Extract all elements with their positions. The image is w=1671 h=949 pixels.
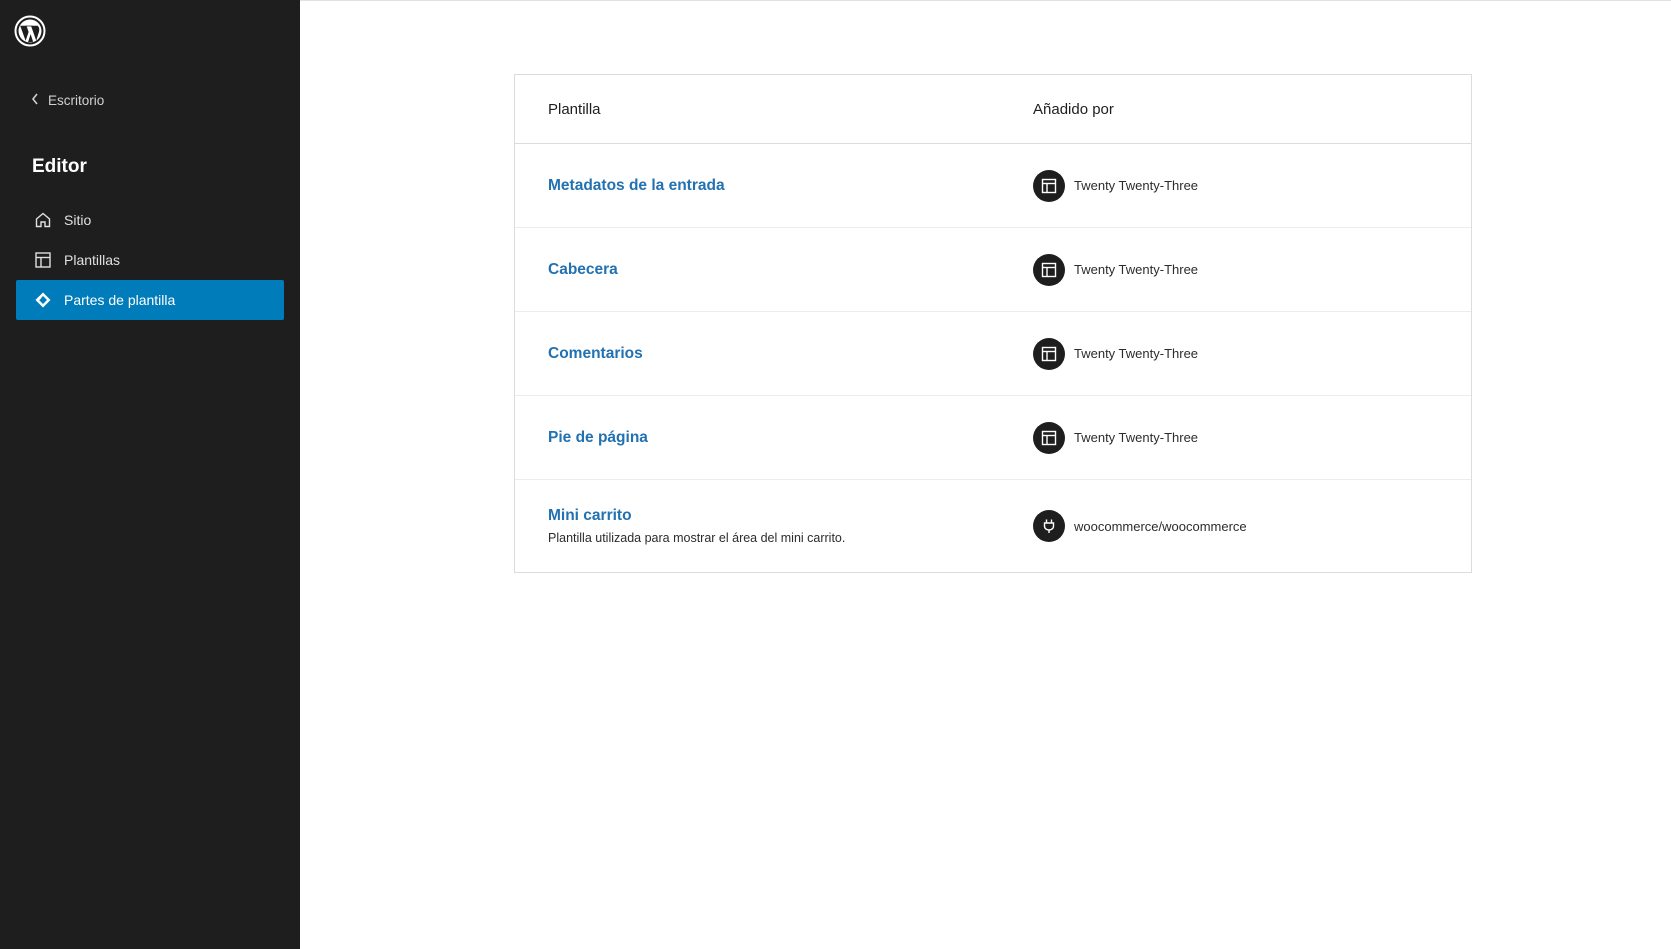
author-name: woocommerce/woocommerce [1074, 518, 1247, 534]
template-title-link[interactable]: Metadatos de la entrada [548, 177, 725, 194]
template-cell: Metadatos de la entrada [515, 177, 1033, 195]
template-title-link[interactable]: Pie de página [548, 429, 648, 446]
sidebar-nav: Sitio Plantillas Partes de plantilla [16, 200, 284, 320]
symbol-icon [34, 291, 52, 309]
author: Twenty Twenty-Three [1033, 421, 1471, 454]
author: Twenty Twenty-Three [1033, 169, 1471, 202]
template-cell: Comentarios [515, 345, 1033, 363]
author-name: Twenty Twenty-Three [1074, 178, 1199, 193]
author: Twenty Twenty-Three [1033, 337, 1471, 370]
chevron-left-icon [30, 92, 40, 109]
author: woocommerce/woocommerce [1033, 510, 1471, 542]
table-header: Plantilla Añadido por [515, 75, 1471, 144]
template-cell: Pie de página [515, 429, 1033, 447]
sidebar-item-sitio[interactable]: Sitio [16, 200, 284, 240]
author: Twenty Twenty-Three [1033, 253, 1471, 286]
main-content: Plantilla Añadido por Metadatos de la en… [300, 0, 1671, 949]
sidebar-item-label: Partes de plantilla [64, 292, 176, 308]
layout-icon [1033, 169, 1065, 202]
sidebar-item-label: Sitio [64, 212, 92, 228]
plugin-icon [1033, 510, 1065, 542]
layout-icon [1033, 421, 1065, 454]
column-header-template: Plantilla [548, 100, 601, 118]
author-name: Twenty Twenty-Three [1074, 346, 1199, 361]
wordpress-logo-icon[interactable] [14, 15, 46, 47]
layout-icon [1033, 253, 1065, 286]
table-row: Mini carrito Plantilla utilizada para mo… [515, 480, 1471, 572]
sidebar: Escritorio Editor Sitio Plantillas Parte… [0, 0, 300, 949]
template-cell: Mini carrito Plantilla utilizada para mo… [515, 507, 1033, 545]
added-by-cell: Twenty Twenty-Three [1033, 421, 1471, 454]
table-row: Cabecera Twenty Twenty-Three [515, 228, 1471, 312]
template-title-link[interactable]: Comentarios [548, 345, 643, 362]
sidebar-item-label: Plantillas [64, 252, 121, 268]
sidebar-title: Editor [32, 156, 87, 177]
site-editor-app: Escritorio Editor Sitio Plantillas Parte… [0, 0, 1671, 949]
added-by-cell: Twenty Twenty-Three [1033, 169, 1471, 202]
layout-icon [34, 251, 52, 269]
added-by-cell: Twenty Twenty-Three [1033, 253, 1471, 286]
template-cell: Cabecera [515, 261, 1033, 279]
column-header-added-by: Añadido por [1033, 100, 1114, 118]
table-row: Metadatos de la entrada Twenty Twenty-Th… [515, 144, 1471, 228]
sidebar-item-plantillas[interactable]: Plantillas [16, 240, 284, 280]
template-description: Plantilla utilizada para mostrar el área… [548, 531, 846, 545]
layout-icon [1033, 337, 1065, 370]
home-icon [34, 211, 52, 229]
added-by-cell: woocommerce/woocommerce [1033, 510, 1471, 542]
author-name: Twenty Twenty-Three [1074, 262, 1199, 277]
table-row: Pie de página Twenty Twenty-Three [515, 396, 1471, 480]
back-to-dashboard-link[interactable]: Escritorio [30, 92, 104, 109]
table-row: Comentarios Twenty Twenty-Three [515, 312, 1471, 396]
back-link-label: Escritorio [48, 93, 105, 108]
author-name: Twenty Twenty-Three [1074, 430, 1199, 445]
added-by-cell: Twenty Twenty-Three [1033, 337, 1471, 370]
template-title-link[interactable]: Mini carrito [548, 507, 632, 524]
template-parts-table: Plantilla Añadido por Metadatos de la en… [514, 74, 1472, 573]
sidebar-item-partes-de-plantilla[interactable]: Partes de plantilla [16, 280, 284, 320]
template-title-link[interactable]: Cabecera [548, 261, 618, 278]
